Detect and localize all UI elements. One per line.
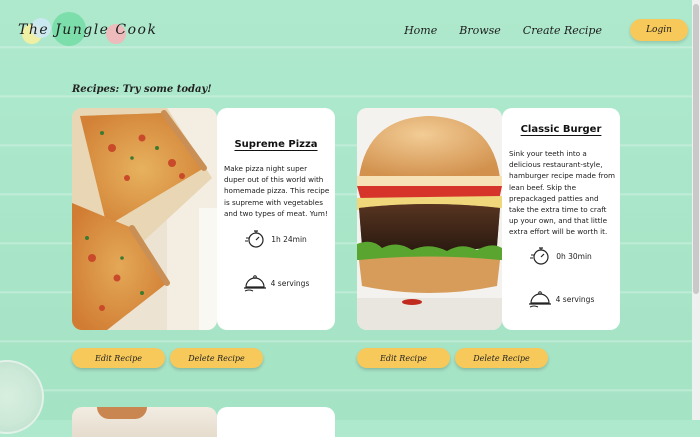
recipe-description: Sink your teeth into a delicious restaur… — [509, 149, 615, 237]
burger-photo — [357, 108, 502, 330]
edit-recipe-button[interactable]: Edit Recipe — [72, 348, 165, 368]
delete-recipe-button[interactable]: Delete Recipe — [455, 348, 548, 368]
recipe-card-pizza: Supreme Pizza Make pizza night super dup… — [72, 108, 335, 330]
login-button[interactable]: Login — [630, 19, 688, 41]
pizza-info-panel: Supreme Pizza Make pizza night super dup… — [217, 108, 335, 330]
cloche-icon — [528, 291, 551, 308]
recipe-servings: 4 servings — [217, 273, 335, 293]
recipe-time-value: 1h 24min — [271, 234, 307, 244]
recipe-servings: 4 servings — [502, 289, 620, 309]
scrollbar-thumb[interactable] — [693, 4, 699, 294]
recipe-time: 0h 30min — [502, 245, 620, 267]
recipe-title: Supreme Pizza — [234, 139, 318, 150]
section-title: Recipes: Try some today! — [72, 84, 212, 95]
next-recipe-photo — [72, 407, 217, 437]
delete-recipe-button[interactable]: Delete Recipe — [170, 348, 263, 368]
cloche-icon — [243, 275, 266, 292]
nav-browse[interactable]: Browse — [459, 24, 501, 37]
main-nav: Home Browse Create Recipe — [404, 24, 602, 37]
page-scrollbar[interactable] — [692, 0, 700, 420]
recipe-description: Make pizza night super duper out of this… — [224, 164, 330, 218]
nav-home[interactable]: Home — [404, 24, 437, 37]
edit-recipe-button[interactable]: Edit Recipe — [357, 348, 450, 368]
pizza-illustration — [72, 108, 217, 330]
logo-text[interactable]: The Jungle Cook — [18, 22, 157, 38]
recipe-title: Classic Burger — [520, 124, 602, 135]
recipe-card-burger: Classic Burger Sink your teeth into a de… — [357, 108, 620, 330]
pizza-photo — [72, 108, 217, 330]
nav-create-recipe[interactable]: Create Recipe — [523, 24, 602, 37]
recipe-servings-value: 4 servings — [270, 278, 310, 288]
next-recipe-info-panel — [217, 407, 335, 437]
stopwatch-icon — [245, 230, 264, 248]
stopwatch-icon — [530, 247, 549, 265]
recipe-time-value: 0h 30min — [556, 251, 592, 261]
decorative-plate — [0, 360, 44, 434]
burger-info-panel: Classic Burger Sink your teeth into a de… — [502, 108, 620, 330]
next-recipe-food — [97, 407, 147, 419]
burger-illustration — [357, 108, 502, 330]
recipe-time: 1h 24min — [217, 228, 335, 250]
recipe-servings-value: 4 servings — [555, 294, 595, 304]
